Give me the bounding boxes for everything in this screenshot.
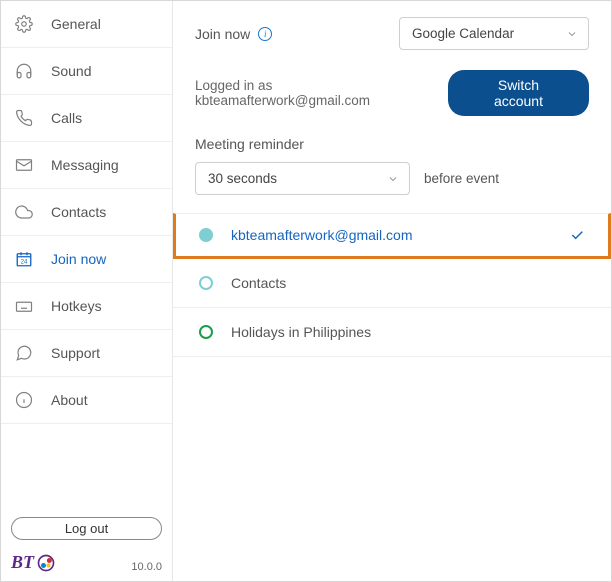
calendar-item-label: kbteamafterwork@gmail.com	[231, 227, 413, 243]
sidebar-item-label: General	[51, 16, 101, 32]
chevron-down-icon	[387, 173, 399, 185]
check-icon	[569, 227, 585, 243]
sidebar-item-label: Join now	[51, 251, 106, 267]
version-label: 10.0.0	[131, 561, 162, 573]
sidebar-item-join-now[interactable]: 24 Join now	[1, 236, 172, 283]
reminder-heading: Meeting reminder	[195, 136, 589, 152]
calendar-item-contacts[interactable]: Contacts	[173, 259, 611, 308]
calendar-item-primary[interactable]: kbteamafterwork@gmail.com	[173, 213, 611, 259]
chevron-down-icon	[566, 28, 578, 40]
switch-account-button[interactable]: Switch account	[448, 70, 589, 116]
keyboard-icon	[15, 297, 33, 315]
logged-in-label: Logged in as kbteamafterwork@gmail.com	[195, 78, 448, 108]
calendar-color-dot	[199, 325, 213, 339]
page-title: Join now	[195, 26, 250, 42]
sidebar-item-general[interactable]: General	[1, 1, 172, 48]
sidebar-item-about[interactable]: About	[1, 377, 172, 424]
info-icon	[15, 391, 33, 409]
headphones-icon	[15, 62, 33, 80]
sidebar-item-calls[interactable]: Calls	[1, 95, 172, 142]
info-help-icon[interactable]: i	[258, 27, 272, 41]
gear-icon	[15, 15, 33, 33]
logout-button[interactable]: Log out	[11, 517, 162, 540]
reminder-suffix: before event	[424, 171, 499, 186]
sidebar-item-label: Support	[51, 345, 100, 361]
chat-icon	[15, 344, 33, 362]
mail-icon	[15, 156, 33, 174]
calendar-color-dot	[199, 276, 213, 290]
cloud-icon	[15, 203, 33, 221]
sidebar-item-label: Hotkeys	[51, 298, 102, 314]
bt-logo: BT	[11, 552, 56, 573]
sidebar-item-hotkeys[interactable]: Hotkeys	[1, 283, 172, 330]
sidebar-item-label: Calls	[51, 110, 82, 126]
reminder-select[interactable]: 30 seconds	[195, 162, 410, 195]
calendar-color-dot	[199, 228, 213, 242]
calendar-item-label: Holidays in Philippines	[231, 324, 371, 340]
calendar-icon: 24	[15, 250, 33, 268]
sidebar-item-messaging[interactable]: Messaging	[1, 142, 172, 189]
svg-text:24: 24	[21, 260, 28, 266]
calendar-source-select[interactable]: Google Calendar	[399, 17, 589, 50]
sidebar-item-label: Contacts	[51, 204, 106, 220]
sidebar-item-contacts[interactable]: Contacts	[1, 189, 172, 236]
calendar-item-label: Contacts	[231, 275, 286, 291]
sidebar-item-sound[interactable]: Sound	[1, 48, 172, 95]
calendar-item-holidays[interactable]: Holidays in Philippines	[173, 308, 611, 357]
sidebar-item-label: Messaging	[51, 157, 119, 173]
sidebar-item-label: About	[51, 392, 88, 408]
sidebar-item-label: Sound	[51, 63, 91, 79]
sidebar-item-support[interactable]: Support	[1, 330, 172, 377]
phone-icon	[15, 109, 33, 127]
